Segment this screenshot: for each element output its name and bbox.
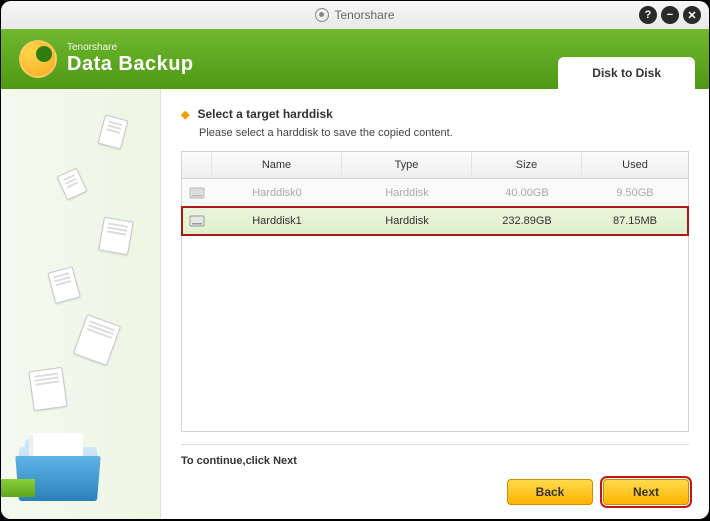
sidebar-illustration <box>1 89 160 519</box>
continue-hint: To continue,click Next <box>181 444 689 467</box>
bullet-icon: ◆ <box>181 108 189 121</box>
harddisk-icon <box>182 186 212 200</box>
header-title: Data Backup <box>67 53 194 76</box>
col-icon <box>182 152 212 178</box>
brand-logo-icon <box>315 8 329 22</box>
step-title-text: Select a target harddisk <box>197 107 332 121</box>
table-body-empty <box>181 236 689 432</box>
tab-disk-to-disk[interactable]: Disk to Disk <box>558 57 695 89</box>
help-button[interactable]: ? <box>639 6 657 24</box>
cell-name: Harddisk0 <box>212 187 342 199</box>
header: Tenorshare Data Backup Disk to Disk <box>1 29 709 89</box>
col-size[interactable]: Size <box>472 152 582 178</box>
next-button[interactable]: Next <box>603 479 689 505</box>
cell-size: 232.89GB <box>472 215 582 227</box>
app-logo-icon <box>19 40 57 78</box>
window-controls: ? − ✕ <box>639 6 701 24</box>
main-panel: ◆ Select a target harddisk Please select… <box>161 89 709 519</box>
header-text: Tenorshare Data Backup <box>67 42 194 76</box>
button-row: Back Next <box>181 479 689 505</box>
document-icon <box>73 314 121 366</box>
table-header: Name Type Size Used <box>182 152 688 179</box>
sidebar <box>1 89 161 519</box>
minimize-button[interactable]: − <box>661 6 679 24</box>
app-window: Tenorshare ? − ✕ Tenorshare Data Backup … <box>1 1 709 519</box>
disk-table: Name Type Size Used Harddisk0 Harddisk 4… <box>181 151 689 236</box>
harddisk-icon <box>182 214 212 228</box>
cell-used: 87.15MB <box>582 215 688 227</box>
cell-type: Harddisk <box>342 215 472 227</box>
cell-type: Harddisk <box>342 187 472 199</box>
header-brand: Tenorshare <box>67 42 194 53</box>
document-icon <box>47 266 80 304</box>
close-button[interactable]: ✕ <box>683 6 701 24</box>
body: ◆ Select a target harddisk Please select… <box>1 89 709 519</box>
cell-name: Harddisk1 <box>212 215 342 227</box>
document-icon <box>28 367 67 411</box>
document-icon <box>98 114 129 149</box>
arrow-left-icon <box>1 479 35 497</box>
table-row[interactable]: Harddisk0 Harddisk 40.00GB 9.50GB <box>182 179 688 207</box>
titlebar: Tenorshare ? − ✕ <box>1 1 709 29</box>
titlebar-text: Tenorshare <box>334 8 394 22</box>
table-row[interactable]: Harddisk1 Harddisk 232.89GB 87.15MB <box>182 207 688 235</box>
step-title: ◆ Select a target harddisk <box>181 107 689 121</box>
cell-size: 40.00GB <box>472 187 582 199</box>
col-name[interactable]: Name <box>212 152 342 178</box>
footer: To continue,click Next Back Next <box>181 432 689 505</box>
document-icon <box>57 168 88 201</box>
col-type[interactable]: Type <box>342 152 472 178</box>
col-used[interactable]: Used <box>582 152 688 178</box>
step-description: Please select a harddisk to save the cop… <box>199 127 689 139</box>
titlebar-brand: Tenorshare <box>315 8 394 22</box>
document-icon <box>98 217 133 256</box>
back-button[interactable]: Back <box>507 479 593 505</box>
cell-used: 9.50GB <box>582 187 688 199</box>
